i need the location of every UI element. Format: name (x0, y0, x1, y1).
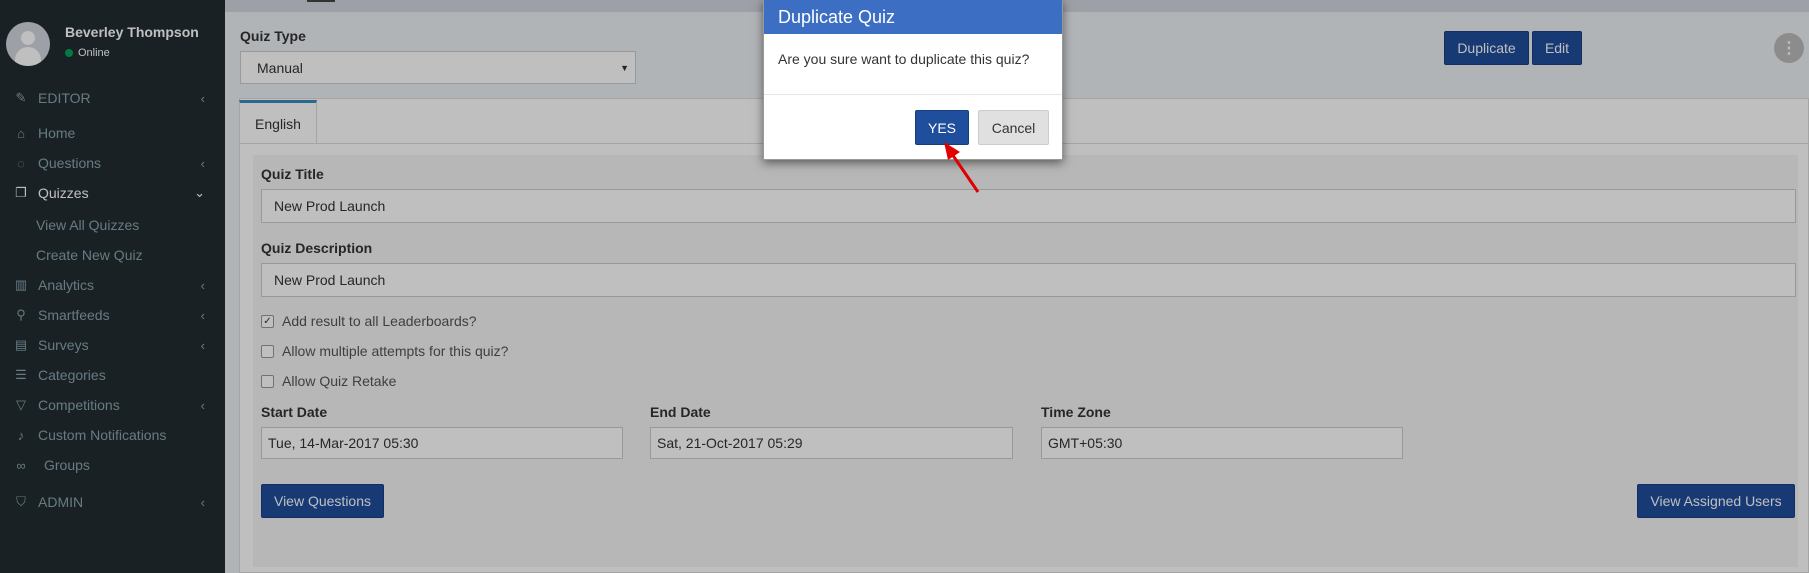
modal-message: Are you sure want to duplicate this quiz… (778, 51, 1030, 67)
duplicate-quiz-modal: Duplicate Quiz Are you sure want to dupl… (763, 0, 1063, 160)
modal-title: Duplicate Quiz (764, 0, 1062, 34)
cancel-button[interactable]: Cancel (978, 110, 1049, 145)
modal-divider (764, 94, 1062, 95)
annotation-arrow-icon (944, 142, 980, 193)
